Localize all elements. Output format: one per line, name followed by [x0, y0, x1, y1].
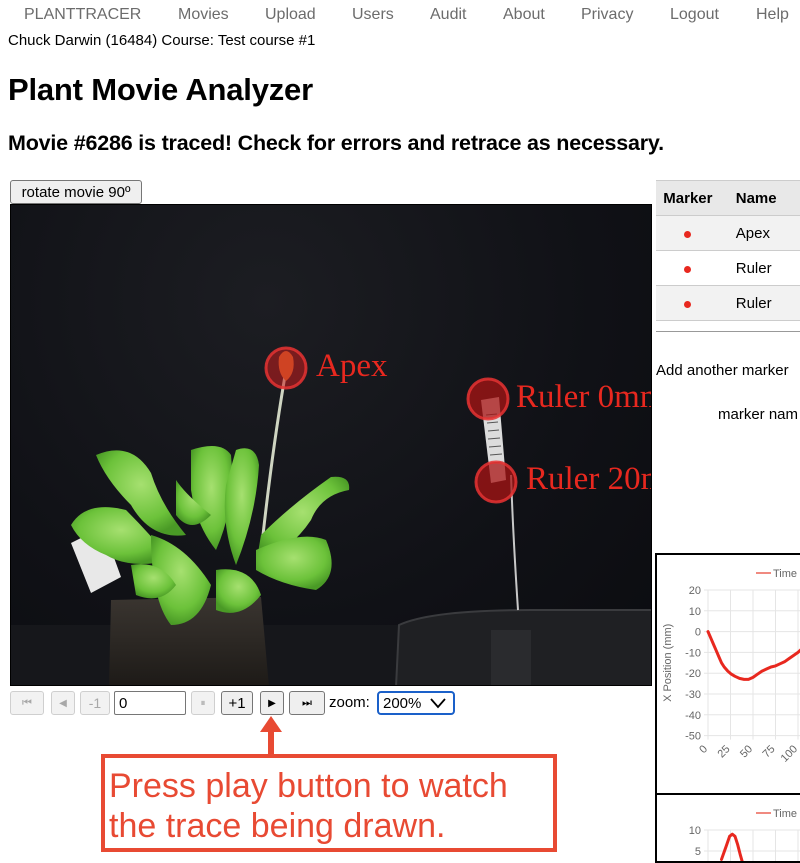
ruler-0mm-marker[interactable] — [466, 377, 510, 421]
marker-label-ruler-20mm: Ruler 20mm — [526, 461, 651, 497]
legend-label: Time — [773, 568, 797, 580]
marker-dot-icon — [684, 265, 692, 273]
marker-name-cell: Ruler — [719, 285, 800, 321]
x-tick-label: 0 — [697, 743, 710, 756]
y-tick-label: 10 — [689, 825, 701, 837]
frame-number-input[interactable] — [114, 691, 186, 715]
pot-grid — [491, 630, 531, 685]
x-tick-label: 25 — [715, 743, 732, 760]
y-tick-label: -10 — [685, 647, 701, 659]
y-position-chart: Time 10 5 — [655, 793, 800, 863]
nav-help[interactable]: Help — [756, 6, 789, 24]
play-hint-callout: Press play button to watch the trace bei… — [101, 754, 557, 852]
plus-one-frame-button[interactable]: +1 — [221, 691, 253, 715]
chevron-down-icon — [430, 698, 446, 709]
marker-label-ruler-0mm: Ruler 0mm — [516, 379, 652, 415]
table-row: Ruler — [656, 250, 800, 286]
nav-users[interactable]: Users — [352, 6, 394, 24]
movie-canvas[interactable]: Apex Ruler 0mm Ruler 20mm — [10, 204, 652, 686]
marker-label-apex: Apex — [316, 348, 388, 384]
marker-table: Marker Name Apex Ruler Ruler — [656, 180, 800, 321]
divider — [656, 331, 800, 332]
series-line-time — [720, 832, 744, 861]
nav-movies[interactable]: Movies — [178, 6, 229, 24]
nav-audit[interactable]: Audit — [430, 6, 466, 24]
y-tick-label: -50 — [685, 731, 701, 743]
chart-svg: Time20100-10-20-30-40-500 25 50 75 100X Posi… — [662, 568, 800, 765]
user-course-info: Chuck Darwin (16484) Course: Test course… — [8, 32, 316, 49]
arrow-stem — [268, 730, 274, 754]
series-line-time — [706, 630, 800, 681]
table-row: Apex — [656, 215, 800, 251]
y-tick-label: 10 — [689, 606, 701, 618]
legend-label: Time — [773, 808, 797, 820]
x-tick-label: 75 — [760, 743, 777, 760]
nav-logout[interactable]: Logout — [670, 6, 719, 24]
marker-circles — [264, 346, 518, 504]
top-nav: PLANTTRACER Movies Upload Users Audit Ab… — [0, 0, 800, 28]
nav-privacy[interactable]: Privacy — [581, 6, 633, 24]
apex-marker[interactable] — [264, 346, 308, 390]
status-message: Movie #6286 is traced! Check for errors … — [8, 131, 664, 155]
chart-svg: Time 10 5 — [689, 808, 800, 861]
y-tick-label: 5 — [695, 846, 701, 858]
y-tick-label: -30 — [685, 689, 701, 701]
zoom-select[interactable]: 200% — [377, 691, 455, 715]
marker-name-cell: Apex — [719, 215, 800, 251]
zoom-label: zoom: — [329, 694, 370, 711]
ruler-20mm-marker[interactable] — [474, 460, 518, 504]
nav-about[interactable]: About — [503, 6, 545, 24]
y-tick-label: -40 — [685, 710, 701, 722]
x-tick-label: 100 — [779, 743, 800, 764]
first-frame-button[interactable]: ⏮ — [10, 691, 44, 715]
x-position-chart: Time 20 10 0 -10 -20 -30 -40 -50 0 25 50 75 100 X Posi… — [655, 553, 800, 795]
nav-planttracer[interactable]: PLANTTRACER — [24, 6, 141, 24]
movie-frame-image — [11, 346, 651, 685]
page-title: Plant Movie Analyzer — [8, 72, 313, 107]
nav-upload[interactable]: Upload — [265, 6, 316, 24]
y-tick-label: 0 — [695, 627, 701, 639]
y-tick-label: 20 — [689, 585, 701, 597]
minus-one-frame-button[interactable]: -1 — [80, 691, 110, 715]
marker-dot-icon — [684, 300, 692, 308]
y-tick-label: -20 — [685, 668, 701, 680]
column-header-name: Name — [719, 180, 800, 216]
add-marker-label: Add another marker — [656, 362, 789, 379]
table-row: Ruler — [656, 285, 800, 321]
rotate-movie-button[interactable]: rotate movie 90º — [10, 180, 142, 204]
last-frame-button[interactable]: ⏭ — [289, 691, 325, 715]
marker-name-label: marker nam — [718, 406, 799, 423]
marker-dot-icon — [684, 230, 692, 238]
zoom-select-value: 200% — [383, 694, 422, 712]
x-tick-label: 50 — [738, 743, 755, 760]
prev-frame-button[interactable]: ◀ — [51, 691, 75, 715]
column-header-marker: Marker — [656, 180, 720, 216]
play-button[interactable]: ▶ — [260, 691, 284, 715]
y-axis-label: X Position (mm) — [662, 624, 674, 702]
pause-button[interactable]: ⏸ — [191, 691, 215, 715]
marker-name-cell: Ruler — [719, 250, 800, 286]
